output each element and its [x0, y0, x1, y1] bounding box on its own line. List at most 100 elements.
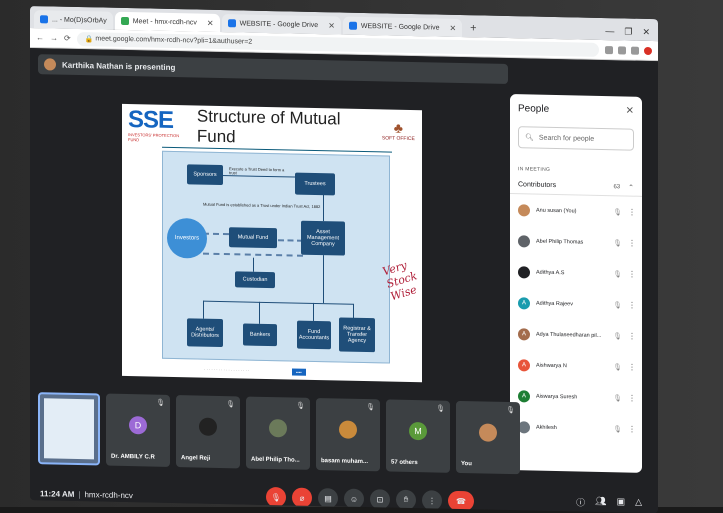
connector-line — [253, 257, 254, 272]
close-tab-icon[interactable]: ✕ — [328, 21, 335, 30]
shared-slide: SSE INVESTORS' PROTECTION FUND Structure… — [122, 103, 422, 383]
extension-icon[interactable] — [618, 45, 626, 54]
dashed-connector — [203, 232, 229, 236]
present-button[interactable]: ⊡ — [370, 489, 390, 510]
participant-name: Abel Philip Thomas — [536, 238, 584, 246]
node-registrar-transfer-agency: Registrar & Transfer Agency — [339, 317, 375, 353]
more-vert-icon[interactable]: ⋮ — [628, 208, 636, 217]
mic-off-icon: 🎙 — [156, 399, 165, 407]
close-tab-icon[interactable]: ✕ — [449, 23, 456, 32]
mic-off-icon: 🎙 — [613, 394, 622, 402]
node-asset-management-company: Asset Management Company — [301, 220, 345, 256]
participants-list: Anu susan (You) 🎙 ⋮ Abel Philip Thomas 🎙 ⋮ Adi… — [510, 194, 642, 445]
participant-tile[interactable]: 🎙 Abel Philip Tho... — [246, 396, 310, 470]
more-options-button[interactable]: ⋮ — [422, 490, 442, 511]
mic-off-icon: 🎙 — [270, 492, 282, 502]
participant-tile[interactable]: 🎙 D Dr. AMBILY C.R — [106, 393, 170, 467]
participant-row[interactable]: Anu susan (You) 🎙 ⋮ — [510, 194, 642, 228]
participant-name: Adithya A.S — [536, 269, 565, 276]
note-established: Mutual Fund is established as a Trust un… — [203, 201, 321, 210]
presentation-thumbnail[interactable] — [38, 392, 100, 466]
participant-avatar: A — [518, 389, 530, 402]
more-vert-icon[interactable]: ⋮ — [628, 363, 636, 372]
raise-hand-button[interactable]: ✋︎ — [396, 489, 416, 511]
close-window-icon[interactable]: ✕ — [642, 26, 650, 37]
minimize-icon[interactable]: — — [605, 26, 614, 36]
dashed-connector — [203, 252, 303, 257]
close-tab-icon[interactable]: ✕ — [207, 18, 214, 27]
participant-tile[interactable]: 🎙 You — [456, 400, 520, 475]
more-vert-icon[interactable]: ⋮ — [628, 425, 636, 434]
forward-arrow-icon[interactable]: → — [50, 33, 58, 42]
photo-frame: ... - Mo(D)sOrbAy Meet - hmx-rcdh-ncv ✕ W… — [0, 0, 723, 513]
node-investors: Investors — [167, 217, 207, 259]
close-icon[interactable]: ✕ — [626, 105, 634, 116]
in-meeting-section-label: IN MEETING — [518, 166, 551, 173]
tile-list: 🎙 D Dr. AMBILY C.R 🎙 Angel Reji 🎙 Abel Philip … — [106, 393, 520, 475]
connector-line — [203, 300, 353, 305]
participant-name: Akhilesh — [536, 424, 557, 431]
tile-avatar: D — [129, 416, 147, 435]
activities-icon[interactable]: △ — [635, 497, 642, 510]
participant-row[interactable]: Abel Philip Thomas 🎙 ⋮ — [510, 225, 642, 259]
browser-tab-drive-2[interactable]: WEBSITE - Google Drive ✕ — [342, 16, 463, 38]
connector-line — [313, 302, 314, 321]
search-placeholder: Search for people — [538, 134, 595, 143]
new-tab-button[interactable]: + — [464, 19, 482, 37]
presenter-avatar — [44, 58, 56, 71]
profile-avatar-icon[interactable] — [644, 46, 652, 55]
back-arrow-icon[interactable]: ← — [36, 33, 44, 42]
meet-stage: Karthika Nathan is presenting SSE INVEST… — [30, 48, 658, 513]
people-icon[interactable]: 👥︎ — [595, 496, 606, 509]
restore-icon[interactable]: ❐ — [624, 26, 632, 37]
participant-row[interactable]: A Adithya Rajeev 🎙 ⋮ — [510, 287, 642, 321]
camera-off-button[interactable]: ⌀ — [292, 487, 312, 508]
participant-row[interactable]: Adithya A.S 🎙 ⋮ — [510, 256, 642, 290]
tab-label: WEBSITE - Google Drive — [239, 19, 319, 29]
meeting-bottom-bar: 11:24 AM | hmx-rcdh-ncv 🎙 ⌀ ▤ ☺ ⊡ ✋︎ ⋮ ☎… — [30, 478, 658, 513]
sse-logo-subtext: INVESTORS' PROTECTION FUND — [128, 132, 180, 143]
browser-tab-1[interactable]: ... - Mo(D)sOrbAy — [34, 10, 113, 30]
tile-name: 57 others — [391, 459, 418, 467]
mic-off-icon: 🎙 — [613, 270, 622, 278]
chat-icon[interactable]: ▣ — [617, 496, 626, 509]
sse-logo: SSE INVESTORS' PROTECTION FUND — [128, 106, 187, 143]
participant-tile[interactable]: 🎙 M 57 others — [386, 399, 450, 473]
node-agents-distributors: Agents/ Distributors — [187, 318, 223, 348]
extension-icon[interactable] — [605, 45, 613, 54]
more-vert-icon[interactable]: ⋮ — [628, 332, 636, 341]
participant-row[interactable]: A Aiswarya Suresh 🎙 ⋮ — [510, 380, 642, 414]
meet-favicon-icon — [120, 16, 129, 26]
mic-off-button[interactable]: 🎙 — [266, 486, 286, 508]
participant-row[interactable]: A Aishwarya N 🎙 ⋮ — [510, 349, 642, 383]
mic-off-icon: 🎙 — [506, 406, 515, 415]
mic-off-icon: 🎙 — [436, 405, 445, 413]
captions-button[interactable]: ▤ — [318, 488, 338, 509]
search-people-input[interactable]: 🔍︎ Search for people — [518, 126, 634, 151]
emoji-button[interactable]: ☺ — [344, 488, 364, 509]
connector-line — [259, 301, 260, 324]
url-text: meet.google.com/hmx-rcdh-ncv?pli=1&authu… — [95, 35, 253, 46]
participant-row[interactable]: Akhilesh 🎙 ⋮ — [510, 411, 642, 445]
more-vert-icon[interactable]: ⋮ — [628, 394, 636, 403]
sse-logo-text: SSE — [128, 106, 174, 134]
participant-tile[interactable]: 🎙 basam muham... — [316, 397, 380, 472]
slide-footer-button: ▪▪▪▪ — [292, 368, 306, 376]
reload-icon[interactable]: ⟳ — [64, 34, 71, 43]
more-vert-icon[interactable]: ⋮ — [628, 239, 636, 248]
browser-tab-meet[interactable]: Meet - hmx-rcdh-ncv ✕ — [114, 11, 220, 32]
more-vert-icon[interactable]: ⋮ — [628, 301, 636, 310]
node-fund-accountants: Fund Accountants — [297, 320, 331, 350]
dashed-connector — [278, 239, 303, 242]
participant-tile[interactable]: 🎙 Angel Reji — [176, 395, 240, 469]
more-vert-icon[interactable]: ⋮ — [628, 270, 636, 279]
mic-off-icon: 🎙 — [613, 425, 622, 433]
participant-row[interactable]: A Adya Thulaseedharan pil... 🎙 ⋮ — [510, 318, 642, 352]
browser-tab-drive-1[interactable]: WEBSITE - Google Drive ✕ — [221, 14, 341, 35]
participant-avatar — [518, 203, 530, 216]
leave-call-button[interactable]: ☎ — [448, 490, 474, 512]
bookmark-star-icon[interactable] — [631, 46, 639, 55]
tab-label: Meet - hmx-rcdh-ncv — [132, 17, 197, 26]
window-controls: — ❐ ✕ — [605, 22, 658, 41]
mic-off-icon: 🎙 — [296, 402, 305, 410]
